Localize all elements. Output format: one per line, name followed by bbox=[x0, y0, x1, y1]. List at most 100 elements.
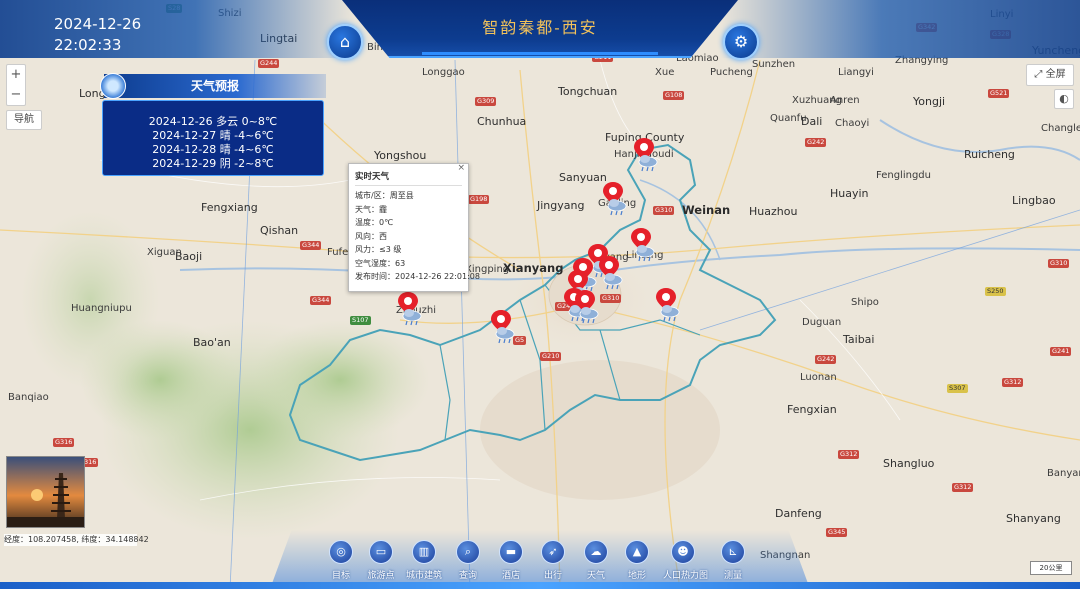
toolbar-item-label: 酒店 bbox=[501, 571, 520, 581]
weather-marker[interactable] bbox=[603, 182, 629, 220]
place-label: Longgao bbox=[422, 67, 465, 78]
toolbar-item-label: 目标 bbox=[331, 571, 350, 581]
building-icon: ▥ bbox=[412, 540, 436, 564]
place-label: Huangniupu bbox=[71, 303, 132, 314]
place-label: Luonan bbox=[800, 372, 837, 383]
weather-marker[interactable] bbox=[599, 256, 625, 294]
place-label: Tongchuan bbox=[558, 85, 618, 98]
weather-marker[interactable] bbox=[631, 228, 657, 266]
scale-bar: 20公里 bbox=[1030, 561, 1072, 575]
forecast-row: 2024-12-26 多云 0~8℃ bbox=[148, 115, 278, 128]
toolbar-item[interactable]: ▥ 城市建筑 bbox=[404, 540, 444, 581]
title-underline bbox=[422, 52, 658, 55]
mountain-icon: ▲ bbox=[625, 540, 649, 564]
forecast-header: 天气预报 bbox=[104, 74, 326, 98]
current-time: 22:02:33 bbox=[54, 36, 122, 54]
toolbar-item[interactable]: ☁ 天气 bbox=[576, 540, 616, 581]
toolbar-item[interactable]: ⌕ 查询 bbox=[448, 540, 488, 581]
toolbar-item[interactable]: ▲ 地形 bbox=[617, 540, 657, 581]
place-label: Changle bbox=[1041, 123, 1080, 134]
forecast-row: 2024-12-28 晴 -4~6℃ bbox=[152, 143, 274, 156]
place-label: Sanyuan bbox=[559, 171, 607, 184]
toolbar-item-label: 天气 bbox=[586, 571, 605, 581]
popup-temperature: 温度：0℃ bbox=[355, 218, 394, 227]
home-button[interactable]: ⌂ bbox=[327, 24, 363, 60]
road-shield: G344 bbox=[300, 241, 322, 250]
toolbar-item[interactable]: ☻ 人口热力图 bbox=[663, 540, 708, 581]
place-label: Jingyang bbox=[537, 199, 585, 212]
place-label: Pucheng bbox=[710, 67, 753, 78]
toolbar-item[interactable]: ◎ 目标 bbox=[321, 540, 361, 581]
forecast-row: 2024-12-27 晴 -4~6℃ bbox=[152, 129, 274, 142]
home-icon: ⌂ bbox=[339, 32, 351, 51]
weather-marker[interactable] bbox=[575, 290, 601, 328]
place-label: Qishan bbox=[260, 224, 299, 237]
place-label: Liangyi bbox=[838, 67, 874, 78]
weather-marker[interactable] bbox=[491, 310, 517, 348]
toolbar-item[interactable]: ➶ 出行 bbox=[533, 540, 573, 581]
place-label: Xiguan bbox=[147, 247, 182, 258]
place-label: Duguan bbox=[802, 317, 842, 328]
popup-close-button[interactable]: × bbox=[457, 163, 465, 173]
forecast-list: 2024-12-26 多云 0~8℃ 2024-12-27 晴 -4~6℃ 20… bbox=[102, 100, 324, 176]
zoom-out-button[interactable]: − bbox=[7, 85, 25, 105]
zoom-in-button[interactable]: + bbox=[7, 65, 25, 85]
place-label: Shangluo bbox=[883, 457, 935, 470]
road-shield: G312 bbox=[1002, 378, 1024, 387]
toolbar-item[interactable]: ▭ 旅游点 bbox=[361, 540, 401, 581]
toolbar-item-label: 出行 bbox=[543, 571, 562, 581]
weather-popup: × 实时天气 城市/区：周至县 天气：霾 温度：0℃ 风向：西 风力：≤3 级 … bbox=[348, 163, 480, 292]
road-shield: G198 bbox=[468, 195, 490, 204]
weather-marker[interactable] bbox=[656, 288, 682, 326]
place-label: Lingbao bbox=[1012, 194, 1056, 207]
toolbar-item[interactable]: ▬ 酒店 bbox=[491, 540, 531, 581]
popup-title: 实时天气 bbox=[355, 170, 462, 186]
place-label: Sunzhen bbox=[752, 59, 796, 70]
toolbar-item[interactable]: ⊾ 测量 bbox=[713, 540, 753, 581]
layer-button[interactable]: ◐ bbox=[1054, 89, 1074, 109]
monitor-icon: ▭ bbox=[369, 540, 393, 564]
rain-cloud-icon bbox=[579, 307, 599, 324]
place-label: Danfeng bbox=[775, 507, 822, 520]
toolbar-item-label: 地形 bbox=[627, 571, 646, 581]
place-label: Ruicheng bbox=[964, 148, 1015, 161]
place-label: Yongshou bbox=[374, 149, 427, 162]
toolbar-item-label: 测量 bbox=[723, 571, 742, 581]
settings-button[interactable]: ⚙ bbox=[723, 24, 759, 60]
place-label: Shanyang bbox=[1006, 512, 1061, 525]
zoom-control: + − bbox=[6, 64, 26, 106]
place-label: Huayin bbox=[830, 187, 869, 200]
road-shield: G108 bbox=[663, 91, 685, 100]
weather-marker[interactable] bbox=[634, 138, 660, 176]
expand-icon: ⤢ bbox=[1034, 69, 1043, 80]
popup-humidity: 空气湿度：63 bbox=[355, 258, 406, 268]
road-shield: G344 bbox=[310, 296, 332, 305]
place-label: Yongji bbox=[913, 95, 946, 108]
weather-marker[interactable] bbox=[398, 292, 424, 330]
rain-cloud-icon bbox=[660, 305, 680, 322]
toolbar-baseline bbox=[0, 582, 1080, 589]
place-label: Banqiao bbox=[8, 392, 49, 403]
road-shield: G310 bbox=[600, 294, 622, 303]
road-shield: G210 bbox=[540, 352, 562, 361]
toolbar-item-label: 城市建筑 bbox=[405, 571, 442, 581]
coordinate-readout: 经度：108.207458, 纬度：34.148842 bbox=[4, 534, 149, 546]
fullscreen-button[interactable]: ⤢ 全屏 bbox=[1026, 64, 1074, 86]
forecast-row: 2024-12-29 阴 -2~8℃ bbox=[152, 157, 274, 170]
page-title: 智韵秦都-西安 bbox=[482, 18, 598, 37]
weather-icon: ☁ bbox=[584, 540, 608, 564]
place-label: Chunhua bbox=[477, 115, 527, 128]
road-shield: S107 bbox=[350, 316, 371, 325]
pagoda-image bbox=[7, 457, 84, 527]
road-shield: G242 bbox=[805, 138, 827, 147]
popup-weather: 天气：霾 bbox=[355, 204, 387, 214]
target-icon: ◎ bbox=[329, 540, 353, 564]
snow-cloud-icon bbox=[638, 155, 658, 172]
popup-wind-force: 风力：≤3 级 bbox=[355, 245, 402, 254]
road-shield: G241 bbox=[1050, 347, 1072, 356]
landmark-thumbnail[interactable] bbox=[6, 456, 85, 528]
place-label: Fengxiang bbox=[201, 201, 258, 214]
navigation-button[interactable]: 导航 bbox=[6, 110, 42, 130]
place-label: Shipo bbox=[851, 297, 879, 308]
road-shield: G316 bbox=[53, 438, 75, 447]
